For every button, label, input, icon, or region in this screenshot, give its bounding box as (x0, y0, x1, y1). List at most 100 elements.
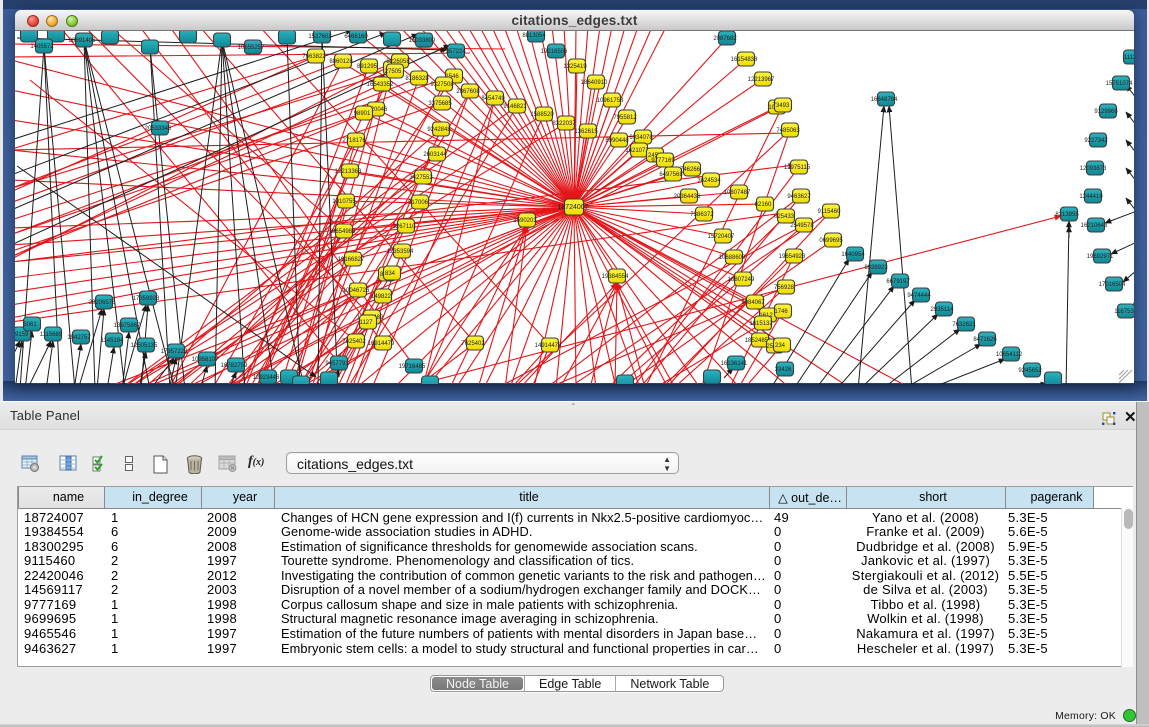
svg-text:16136141: 16136141 (721, 361, 748, 367)
svg-text:20206576: 20206576 (89, 300, 116, 306)
svg-text:8471626: 8471626 (973, 337, 997, 343)
svg-text:12213967: 12213967 (748, 77, 775, 83)
svg-text:2603144: 2603144 (423, 152, 447, 158)
svg-text:20691406: 20691406 (69, 38, 96, 44)
svg-text:1244419: 1244419 (1079, 194, 1103, 200)
svg-text:10958107: 10958107 (192, 357, 219, 363)
svg-text:98901: 98901 (354, 111, 371, 117)
svg-text:1746: 1746 (774, 309, 788, 315)
svg-text:5061: 5061 (23, 322, 37, 328)
svg-text:1112: 1112 (1124, 55, 1134, 61)
svg-text:9457791: 9457791 (325, 361, 349, 367)
svg-text:8990448: 8990448 (605, 138, 629, 144)
svg-text:10655257: 10655257 (238, 45, 265, 51)
svg-text:9115460: 9115460 (818, 209, 842, 215)
svg-text:19654923: 19654923 (779, 254, 806, 260)
svg-text:116753: 116753 (1114, 309, 1134, 315)
svg-text:756928: 756928 (774, 285, 795, 291)
svg-text:10046726: 10046726 (343, 288, 370, 294)
svg-text:9463627: 9463627 (787, 194, 811, 200)
svg-text:12975115: 12975115 (784, 165, 811, 171)
svg-text:234: 234 (775, 343, 786, 349)
svg-text:14914479: 14914479 (535, 343, 562, 349)
svg-text:10961758: 10961758 (597, 98, 624, 104)
svg-text:8860128: 8860128 (329, 59, 353, 65)
svg-text:9327508: 9327508 (430, 82, 454, 88)
svg-text:16914479: 16914479 (368, 341, 395, 347)
svg-text:12353594: 12353594 (387, 249, 414, 255)
svg-text:2087682: 2087682 (713, 36, 737, 42)
svg-text:2718176: 2718176 (342, 138, 366, 144)
svg-text:15751074: 15751074 (1106, 81, 1133, 87)
svg-text:1115689: 1115689 (40, 332, 63, 338)
svg-text:7485063: 7485063 (776, 128, 800, 134)
svg-text:8813054: 8813054 (522, 33, 546, 39)
svg-text:1621072: 1621072 (625, 148, 649, 154)
svg-text:2935114: 2935114 (931, 307, 955, 313)
svg-text:7955812: 7955812 (613, 115, 637, 121)
svg-text:025433: 025433 (774, 214, 795, 220)
svg-text:16782759: 16782759 (221, 363, 248, 369)
svg-text:149822: 149822 (371, 294, 392, 300)
svg-text:16154838: 16154838 (731, 57, 758, 63)
svg-text:1405572: 1405572 (30, 44, 54, 50)
svg-text:7386372: 7386372 (690, 212, 714, 218)
svg-text:9777169: 9777169 (651, 158, 675, 164)
svg-text:12923446: 12923446 (253, 375, 280, 381)
svg-text:8213955: 8213955 (1055, 212, 1079, 218)
svg-text:3267110: 3267110 (393, 224, 417, 230)
svg-text:9474444: 9474444 (907, 293, 931, 299)
svg-text:18807249: 18807249 (728, 277, 755, 283)
svg-text:19716485: 19716485 (399, 364, 426, 370)
svg-text:9129966: 9129966 (1094, 109, 1118, 115)
svg-text:1640954: 1640954 (841, 252, 865, 258)
svg-text:1145194: 1145194 (101, 338, 125, 344)
svg-text:20364436: 20364436 (674, 194, 701, 200)
svg-text:8322037: 8322037 (552, 121, 576, 127)
svg-text:19384554: 19384554 (602, 274, 629, 280)
svg-text:18640910: 18640910 (581, 80, 608, 86)
svg-text:19654983: 19654983 (329, 229, 356, 235)
svg-text:8454749: 8454749 (481, 96, 505, 102)
svg-text:39159: 39159 (15, 332, 29, 338)
svg-text:16033809: 16033809 (409, 38, 436, 44)
svg-text:6466160: 6466160 (344, 34, 368, 40)
svg-text:7663822: 7663822 (302, 54, 326, 60)
svg-text:746266: 746266 (680, 167, 701, 173)
svg-text:8938923: 8938923 (864, 265, 888, 271)
svg-text:10688609: 10688609 (719, 255, 746, 261)
svg-text:15720407: 15720407 (708, 234, 735, 240)
svg-text:27505: 27505 (385, 69, 402, 75)
svg-text:1615132: 1615132 (749, 321, 773, 327)
svg-text:10654112: 10654112 (996, 352, 1023, 358)
svg-text:1362615: 1362615 (574, 129, 598, 135)
svg-text:1588520: 1588520 (530, 112, 554, 118)
svg-text:8186328: 8186328 (405, 76, 429, 82)
svg-text:1325419: 1325419 (563, 64, 587, 70)
svg-text:9084067: 9084067 (741, 300, 765, 306)
svg-text:9245652: 9245652 (1018, 368, 1042, 374)
svg-text:2549578: 2549578 (790, 223, 814, 229)
svg-text:7632621: 7632621 (952, 322, 976, 328)
svg-text:73493: 73493 (773, 103, 790, 109)
svg-text:0699695: 0699695 (819, 238, 843, 244)
svg-text:7625402: 7625402 (461, 341, 485, 347)
svg-text:12213363: 12213363 (335, 169, 362, 175)
svg-text:20533346: 20533346 (145, 126, 172, 132)
svg-text:7357224: 7357224 (442, 49, 466, 55)
svg-text:1127: 1127 (360, 320, 374, 326)
svg-text:7625402: 7625402 (342, 339, 366, 345)
svg-text:17957223: 17957223 (161, 349, 188, 355)
svg-text:12505135: 12505135 (131, 343, 158, 349)
svg-text:1010755: 1010755 (332, 199, 356, 205)
svg-text:19166827: 19166827 (338, 257, 365, 263)
svg-text:62160: 62160 (755, 202, 772, 208)
svg-text:16648784: 16648784 (871, 97, 898, 103)
svg-text:3427552: 3427552 (409, 175, 433, 181)
svg-text:33426: 33426 (775, 367, 792, 373)
svg-text:1942757: 1942757 (67, 335, 91, 341)
svg-text:317006: 317006 (408, 200, 429, 206)
svg-text:19218506: 19218506 (541, 49, 568, 55)
svg-text:17016504: 17016504 (1099, 282, 1126, 288)
svg-text:9146821: 9146821 (503, 104, 527, 110)
